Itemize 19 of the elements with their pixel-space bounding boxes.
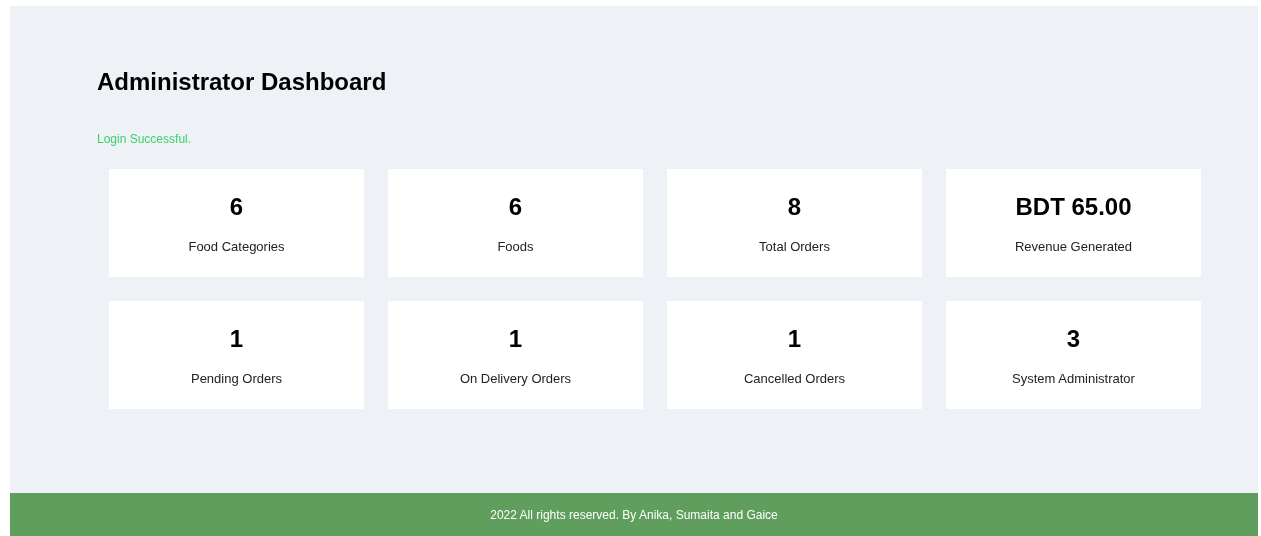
stat-value: BDT 65.00 [1015,192,1132,221]
stat-value: 1 [508,324,523,353]
footer-text: 2022 All rights reserved. By Anika, Sumaita and Gaice [10,493,1258,536]
stat-label: On Delivery Orders [459,370,572,386]
stat-value: 6 [508,192,523,221]
stat-value: 3 [1066,324,1081,353]
stat-label: Revenue Generated [1014,238,1133,254]
success-message: Login Successful. [97,132,192,146]
stat-label: Food Categories [188,238,285,254]
stat-label: Foods [497,238,534,254]
stat-value: 6 [229,192,244,221]
stat-value: 1 [787,324,802,353]
stat-label: Total Orders [759,238,830,254]
stat-value: 8 [787,192,802,221]
page-title: Administrator Dashboard [97,68,387,96]
stat-value: 1 [229,324,244,353]
stat-label: Pending Orders [190,370,283,386]
stat-label: Cancelled Orders [743,370,846,386]
stat-label: System Administrator [1012,370,1135,386]
